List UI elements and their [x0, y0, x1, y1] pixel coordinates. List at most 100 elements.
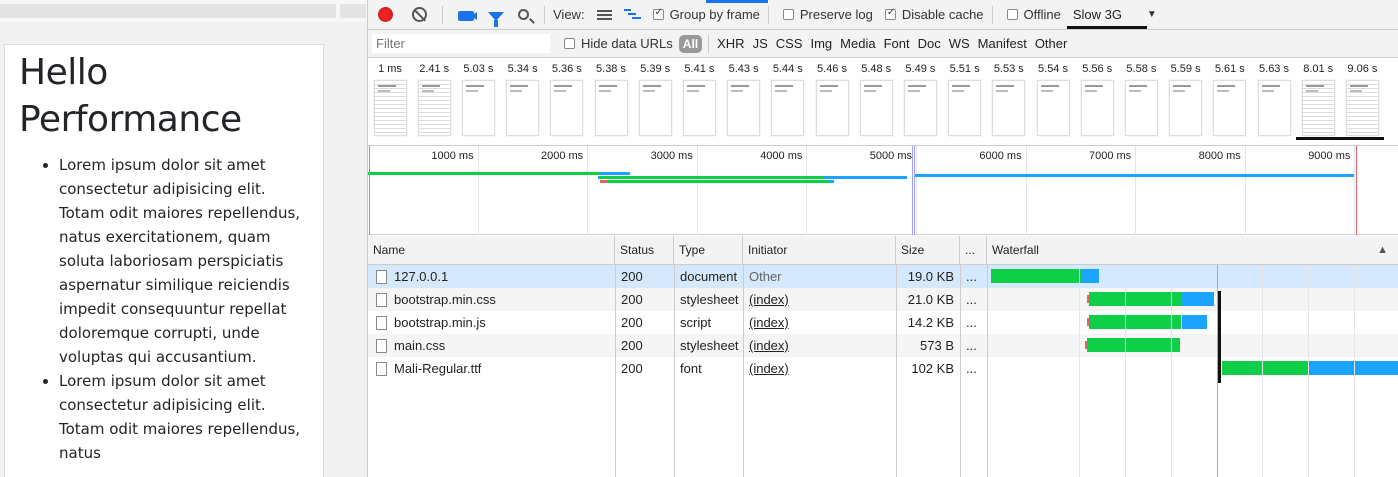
column-header-type[interactable]: Type — [674, 236, 743, 265]
frame-time: 5.59 s — [1170, 63, 1201, 75]
overview-tick-label: 6000 ms — [979, 150, 1022, 162]
waterfall-bar — [1181, 292, 1214, 306]
large-rows-icon[interactable] — [596, 9, 612, 20]
frame-thumbnail — [727, 80, 761, 136]
filter-type-doc[interactable]: Doc — [918, 36, 941, 51]
filmstrip-frame[interactable]: 5.59 s — [1164, 58, 1208, 136]
search-icon[interactable] — [518, 9, 529, 20]
filmstrip-frame[interactable]: 5.46 s — [810, 58, 854, 136]
filter-type-xhr[interactable]: XHR — [717, 36, 744, 51]
filmstrip-frame[interactable]: 5.39 s — [633, 58, 677, 136]
frame-thumbnail — [1301, 80, 1335, 136]
filmstrip-frame[interactable]: 5.49 s — [898, 58, 942, 136]
overview-tick-label: 4000 ms — [760, 150, 803, 162]
column-header-status[interactable]: Status — [615, 236, 674, 265]
waterfall-queue-marker — [1087, 318, 1089, 326]
filter-type-font[interactable]: Font — [884, 36, 910, 51]
overview-gridline — [806, 146, 808, 235]
frame-time: 5.46 s — [817, 63, 847, 75]
filmstrip-frame[interactable]: 5.51 s — [943, 58, 987, 136]
filter-type-other[interactable]: Other — [1035, 36, 1068, 51]
filter-type-all[interactable]: All — [678, 34, 703, 53]
column-header-waterfall[interactable]: Waterfall ▲ — [987, 236, 1398, 265]
requests-table: Name Status Type Initiator Size ... Wate… — [368, 236, 1398, 477]
clear-icon[interactable] — [412, 7, 427, 22]
divider — [708, 34, 710, 53]
divider — [767, 5, 769, 24]
cell-initiator[interactable]: (index) — [743, 288, 896, 311]
filmstrip-frame[interactable]: 5.03 s — [456, 58, 500, 136]
waterfall-selection-marker — [1218, 291, 1221, 383]
disable-cache-checkbox[interactable] — [884, 7, 896, 20]
preserve-log-checkbox[interactable] — [782, 9, 794, 20]
overview-icon[interactable] — [623, 8, 641, 21]
cell-type: stylesheet — [680, 338, 739, 353]
cell-name: Mali-Regular.ttf — [368, 357, 615, 380]
filmstrip-frame[interactable]: 5.61 s — [1208, 58, 1252, 136]
filmstrip-frame[interactable]: 9.06 s — [1340, 58, 1385, 140]
waterfall-bar — [1082, 269, 1099, 283]
file-icon — [376, 316, 387, 330]
frame-time: 5.34 s — [507, 63, 538, 75]
filmstrip-frame[interactable]: 5.56 s — [1075, 58, 1119, 136]
waterfall-bar — [1308, 361, 1398, 375]
filter-type-img[interactable]: Img — [810, 36, 832, 51]
overview-gridline — [1025, 146, 1027, 235]
filmstrip-frame[interactable]: 5.54 s — [1031, 58, 1075, 136]
cell-initiator[interactable]: (index) — [743, 357, 896, 380]
file-icon — [376, 270, 387, 284]
filter-bar: Hide data URLs All XHR JS CSS Img Media … — [368, 30, 1398, 58]
filmstrip-frame[interactable]: 5.41 s — [677, 58, 721, 136]
frame-thumbnail — [550, 80, 584, 136]
filmstrip-frame[interactable]: 5.44 s — [766, 58, 810, 136]
record-icon[interactable] — [378, 7, 393, 22]
column-header-initiator[interactable]: Initiator — [743, 236, 896, 265]
filmstrip-frame[interactable]: 2.41 s — [412, 58, 456, 136]
filmstrip-frame[interactable]: 1 ms — [368, 58, 412, 136]
frame-thumbnail — [1036, 80, 1070, 136]
column-divider — [987, 265, 988, 477]
filter-icon[interactable] — [488, 11, 504, 27]
filter-type-ws[interactable]: WS — [949, 36, 970, 51]
filmstrip-frame[interactable]: 5.43 s — [722, 58, 766, 136]
filmstrip-frame[interactable]: 5.53 s — [987, 58, 1031, 136]
filter-input[interactable] — [372, 34, 550, 53]
filter-type-css[interactable]: CSS — [776, 36, 803, 51]
cell-more: ... — [966, 269, 977, 284]
cell-initiator[interactable]: (index) — [743, 311, 896, 334]
column-header-more[interactable]: ... — [960, 236, 987, 265]
cell-status: 200 — [621, 292, 643, 307]
table-row[interactable]: bootstrap.min.css 200 stylesheet (index) 21.… — [368, 288, 1398, 311]
sort-ascending-icon[interactable]: ▲ — [1377, 236, 1388, 265]
overview-request-bar — [830, 180, 834, 183]
column-header-size[interactable]: Size — [896, 236, 960, 265]
overview-request-bar — [914, 174, 1354, 177]
capture-screenshots-icon[interactable] — [458, 11, 474, 21]
filmstrip-frame[interactable]: 8.01 s — [1296, 58, 1341, 140]
filmstrip-frame[interactable]: 5.63 s — [1252, 58, 1296, 136]
filter-type-js[interactable]: JS — [753, 36, 768, 51]
filter-type-media[interactable]: Media — [840, 36, 875, 51]
column-header-name[interactable]: Name — [368, 236, 615, 265]
cell-size: 19.0 KB — [907, 269, 954, 284]
filter-type-manifest[interactable]: Manifest — [978, 36, 1027, 51]
screenshot-filmstrip: 1 ms 2.41 s 5.03 s 5.34 s 5.36 s 5.38 s 5.39 s… — [368, 58, 1398, 146]
throttling-select[interactable]: Slow 3G — [1066, 4, 1147, 29]
column-divider — [743, 265, 744, 477]
overview-timeline[interactable]: 1000 ms 2000 ms 3000 ms 4000 ms 5000 ms 6000 … — [368, 146, 1398, 235]
filmstrip-frame[interactable]: 5.36 s — [545, 58, 589, 136]
table-row[interactable]: bootstrap.min.js 200 script (index) 14.2 KB.… — [368, 311, 1398, 334]
chevron-down-icon[interactable]: ▼ — [1147, 9, 1157, 20]
group-by-frame-checkbox[interactable] — [652, 7, 664, 20]
filmstrip-frame[interactable]: 5.38 s — [589, 58, 633, 136]
table-row[interactable]: main.css 200 stylesheet (index) 573 B... — [368, 334, 1398, 357]
filmstrip-frame[interactable]: 5.48 s — [854, 58, 898, 136]
table-row[interactable]: 127.0.0.1 200 document Other 19.0 KB... — [368, 265, 1398, 288]
frame-thumbnail — [1080, 80, 1114, 136]
cell-initiator[interactable]: (index) — [743, 334, 896, 357]
offline-checkbox[interactable] — [1006, 9, 1018, 20]
filmstrip-frame[interactable]: 5.34 s — [501, 58, 545, 136]
filmstrip-frame[interactable]: 5.58 s — [1119, 58, 1163, 136]
hide-data-urls-checkbox[interactable] — [564, 38, 575, 49]
table-row[interactable]: Mali-Regular.ttf 200 font (index) 102 KB... — [368, 357, 1398, 380]
